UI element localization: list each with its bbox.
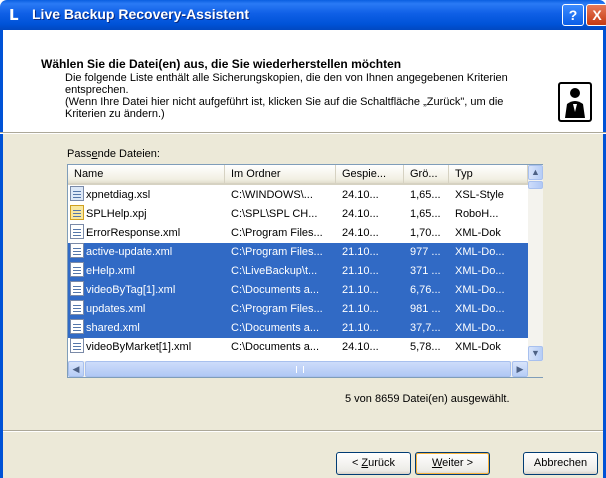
- table-row[interactable]: active-update.xml C:\Program Files... 21…: [68, 243, 528, 262]
- size-cell: 977 ...: [410, 246, 441, 258]
- type-cell: XML-Do...: [455, 265, 505, 277]
- xpj-file-icon: [70, 205, 84, 220]
- file-name-cell: eHelp.xml: [68, 262, 225, 281]
- selection-status: 5 von 8659 Datei(en) ausgewählt.: [345, 393, 510, 405]
- scroll-left-icon[interactable]: ◀: [68, 361, 84, 377]
- horizontal-scroll-thumb[interactable]: [85, 361, 511, 377]
- column-header-size[interactable]: Grö...: [404, 165, 449, 185]
- file-list-label: Passende Dateien:: [67, 148, 160, 160]
- xml-file-icon: [70, 224, 84, 239]
- app-icon: L: [9, 6, 19, 24]
- table-row[interactable]: SPLHelp.xpj C:\SPL\SPL CH... 24.10... 1,…: [68, 205, 528, 224]
- folder-cell: C:\Documents a...: [231, 322, 320, 334]
- folder-cell: C:\WINDOWS\...: [231, 189, 313, 201]
- size-cell: 1,70...: [410, 227, 441, 239]
- saved-cell: 21.10...: [342, 265, 379, 277]
- saved-cell: 24.10...: [342, 227, 379, 239]
- folder-cell: C:\Program Files...: [231, 246, 323, 258]
- type-cell: XML-Do...: [455, 284, 505, 296]
- xsl-file-icon: [70, 186, 84, 201]
- size-cell: 6,76...: [410, 284, 441, 296]
- saved-cell: 24.10...: [342, 341, 379, 353]
- size-cell: 981 ...: [410, 303, 441, 315]
- list-rows: xpnetdiag.xsl C:\WINDOWS\... 24.10... 1,…: [68, 186, 528, 361]
- type-cell: RoboH...: [455, 208, 499, 220]
- wizard-person-icon: [558, 82, 592, 122]
- type-cell: XML-Dok: [455, 227, 501, 239]
- type-cell: XML-Dok: [455, 341, 501, 353]
- page-description: Die folgende Liste enthält alle Sicherun…: [65, 72, 545, 120]
- file-name-cell: videoByTag[1].xml: [68, 281, 225, 300]
- cancel-button[interactable]: Abbrechen: [523, 452, 598, 475]
- back-button[interactable]: < Zurück: [336, 452, 411, 475]
- table-row[interactable]: videoByMarket[1].xml C:\Documents a... 2…: [68, 338, 528, 357]
- size-cell: 1,65...: [410, 208, 441, 220]
- column-header-type[interactable]: Typ: [449, 165, 528, 185]
- list-header: Name Im Ordner Gespie... Grö... Typ: [68, 165, 528, 185]
- size-cell: 5,78...: [410, 341, 441, 353]
- xml-file-icon: [70, 338, 84, 353]
- close-button[interactable]: X: [586, 4, 606, 26]
- vertical-scrollbar[interactable]: ▲ ▼: [528, 165, 543, 361]
- saved-cell: 24.10...: [342, 189, 379, 201]
- column-header-saved[interactable]: Gespie...: [336, 165, 404, 185]
- file-name-cell: xpnetdiag.xsl: [68, 186, 225, 205]
- scroll-grip-icon: [296, 366, 304, 373]
- horizontal-scrollbar[interactable]: ◀ ▶: [68, 361, 528, 377]
- table-row[interactable]: updates.xml C:\Program Files... 21.10...…: [68, 300, 528, 319]
- saved-cell: 21.10...: [342, 322, 379, 334]
- vertical-scroll-thumb[interactable]: [528, 181, 543, 189]
- scrollbar-corner: [528, 361, 543, 377]
- file-name-cell: SPLHelp.xpj: [68, 205, 225, 224]
- folder-cell: C:\Documents a...: [231, 341, 320, 353]
- table-row[interactable]: eHelp.xml C:\LiveBackup\t... 21.10... 37…: [68, 262, 528, 281]
- folder-cell: C:\Program Files...: [231, 227, 323, 239]
- type-cell: XSL-Style: [455, 189, 504, 201]
- xml-file-icon: [70, 281, 84, 296]
- folder-cell: C:\LiveBackup\t...: [231, 265, 318, 277]
- size-cell: 371 ...: [410, 265, 441, 277]
- file-name-cell: ErrorResponse.xml: [68, 224, 225, 243]
- file-name-cell: active-update.xml: [68, 243, 225, 262]
- folder-cell: C:\Documents a...: [231, 284, 320, 296]
- folder-cell: C:\SPL\SPL CH...: [231, 208, 318, 220]
- file-name-cell: videoByMarket[1].xml: [68, 338, 225, 357]
- column-header-folder[interactable]: Im Ordner: [225, 165, 336, 185]
- footer-divider: [3, 430, 603, 432]
- scroll-down-icon[interactable]: ▼: [528, 346, 543, 361]
- xml-file-icon: [70, 262, 84, 277]
- type-cell: XML-Do...: [455, 303, 505, 315]
- wizard-header: Wählen Sie die Datei(en) aus, die Sie wi…: [0, 30, 606, 132]
- scroll-right-icon[interactable]: ▶: [512, 361, 528, 377]
- xml-file-icon: [70, 243, 84, 258]
- window-title: Live Backup Recovery-Assistent: [32, 6, 250, 22]
- saved-cell: 21.10...: [342, 284, 379, 296]
- file-name-cell: updates.xml: [68, 300, 225, 319]
- size-cell: 1,65...: [410, 189, 441, 201]
- wizard-body: Passende Dateien: Name Im Ordner Gespie.…: [0, 134, 606, 478]
- folder-cell: C:\Program Files...: [231, 303, 323, 315]
- description-line-1: Die folgende Liste enthält alle Sicherun…: [65, 72, 508, 96]
- xml-file-icon: [70, 300, 84, 315]
- size-cell: 37,7...: [410, 322, 441, 334]
- column-header-name[interactable]: Name: [68, 165, 225, 185]
- scroll-up-icon[interactable]: ▲: [528, 165, 543, 180]
- type-cell: XML-Do...: [455, 246, 505, 258]
- type-cell: XML-Do...: [455, 322, 505, 334]
- saved-cell: 24.10...: [342, 208, 379, 220]
- saved-cell: 21.10...: [342, 303, 379, 315]
- file-list[interactable]: Name Im Ordner Gespie... Grö... Typ xpne…: [67, 164, 543, 378]
- table-row[interactable]: videoByTag[1].xml C:\Documents a... 21.1…: [68, 281, 528, 300]
- saved-cell: 21.10...: [342, 246, 379, 258]
- file-name-cell: shared.xml: [68, 319, 225, 338]
- xml-file-icon: [70, 319, 84, 334]
- table-row[interactable]: ErrorResponse.xml C:\Program Files... 24…: [68, 224, 528, 243]
- help-button[interactable]: ?: [562, 4, 584, 26]
- table-row[interactable]: xpnetdiag.xsl C:\WINDOWS\... 24.10... 1,…: [68, 186, 528, 205]
- page-title: Wählen Sie die Datei(en) aus, die Sie wi…: [41, 57, 402, 71]
- next-button[interactable]: Weiter >: [415, 452, 490, 475]
- description-line-2: (Wenn Ihre Datei hier nicht aufgeführt i…: [65, 96, 504, 120]
- title-bar: L Live Backup Recovery-Assistent ? X: [0, 0, 606, 30]
- table-row[interactable]: shared.xml C:\Documents a... 21.10... 37…: [68, 319, 528, 338]
